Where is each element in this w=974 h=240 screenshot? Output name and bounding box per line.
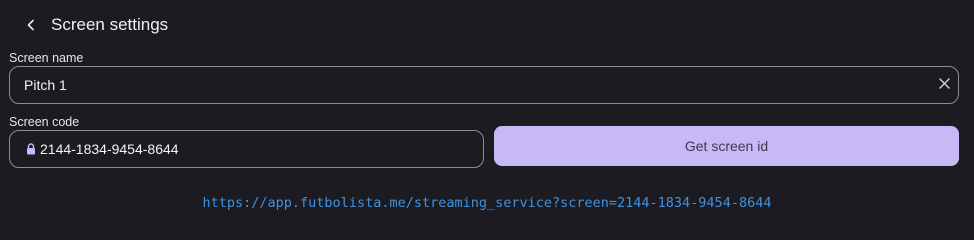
back-button[interactable] bbox=[19, 13, 43, 37]
lock-icon bbox=[25, 142, 37, 156]
screen-name-input[interactable] bbox=[10, 67, 930, 103]
close-icon bbox=[938, 76, 950, 94]
screen-name-label: Screen name bbox=[9, 51, 84, 65]
screen-settings-page: Screen settings Screen name Screen code … bbox=[0, 0, 974, 240]
page-title: Screen settings bbox=[51, 15, 169, 34]
chevron-left-icon bbox=[25, 19, 37, 31]
screen-name-field bbox=[9, 66, 959, 104]
screen-code-field bbox=[9, 130, 484, 168]
clear-screen-name-button[interactable] bbox=[930, 67, 958, 103]
screen-code-input[interactable] bbox=[37, 131, 483, 167]
screen-code-label: Screen code bbox=[9, 115, 80, 129]
get-screen-id-button[interactable]: Get screen id bbox=[494, 126, 959, 166]
streaming-link[interactable]: https://app.futbolista.me/streaming_serv… bbox=[0, 194, 974, 212]
